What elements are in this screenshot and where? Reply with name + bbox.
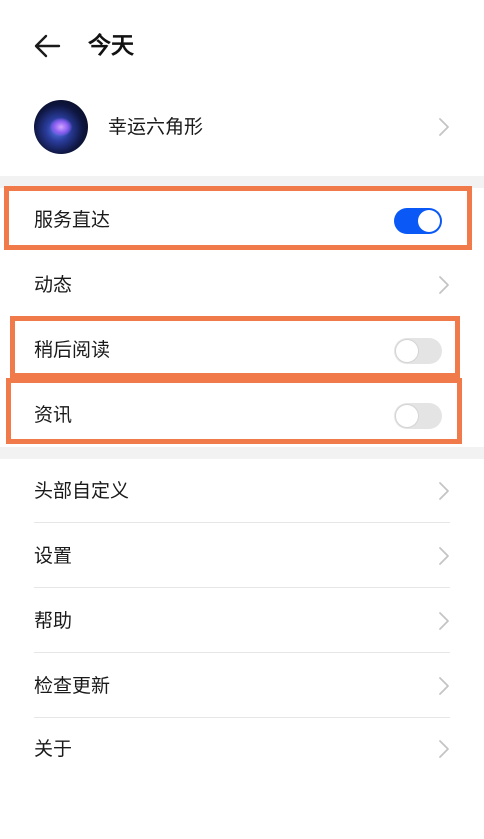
read-later-label: 稍后阅读 [34,339,111,361]
service-direct-row: 服务直达 [0,188,484,252]
header-custom-row[interactable]: 头部自定义 [0,459,484,523]
news-row: 资讯 [0,383,484,447]
row-divider [34,652,450,653]
header-custom-label: 头部自定义 [34,480,130,502]
chevron-right-icon [438,546,450,566]
chevron-right-icon [438,481,450,501]
page-title: 今天 [88,33,134,59]
row-divider [34,587,450,588]
dynamic-row[interactable]: 动态 [0,253,484,317]
arrow-left-icon [34,34,61,58]
header: 今天 [0,0,484,92]
profile-row[interactable]: 幸运六角形 [0,96,484,166]
section-divider [0,176,484,188]
news-label: 资讯 [34,404,73,426]
avatar [34,100,88,154]
settings-row[interactable]: 设置 [0,524,484,588]
chevron-right-icon [438,676,450,696]
service-direct-label: 服务直达 [34,209,111,231]
toggle-knob [418,210,440,232]
settings-label: 设置 [34,545,73,567]
chevron-right-icon [438,117,450,137]
back-button[interactable] [30,28,66,64]
chevron-right-icon [438,275,450,295]
section-divider [0,447,484,459]
check-update-row[interactable]: 检查更新 [0,654,484,718]
row-divider [34,522,450,523]
about-row[interactable]: 关于 [0,717,484,781]
profile-name: 幸运六角形 [108,116,204,138]
chevron-right-icon [438,739,450,759]
help-label: 帮助 [34,610,73,632]
toggle-knob [396,405,418,427]
check-update-label: 检查更新 [34,675,111,697]
about-label: 关于 [34,738,73,760]
news-toggle[interactable] [394,403,442,429]
chevron-right-icon [438,611,450,631]
service-direct-toggle[interactable] [394,208,442,234]
read-later-row: 稍后阅读 [0,318,484,382]
help-row[interactable]: 帮助 [0,589,484,653]
dynamic-label: 动态 [34,274,73,296]
read-later-toggle[interactable] [394,338,442,364]
toggle-knob [396,340,418,362]
